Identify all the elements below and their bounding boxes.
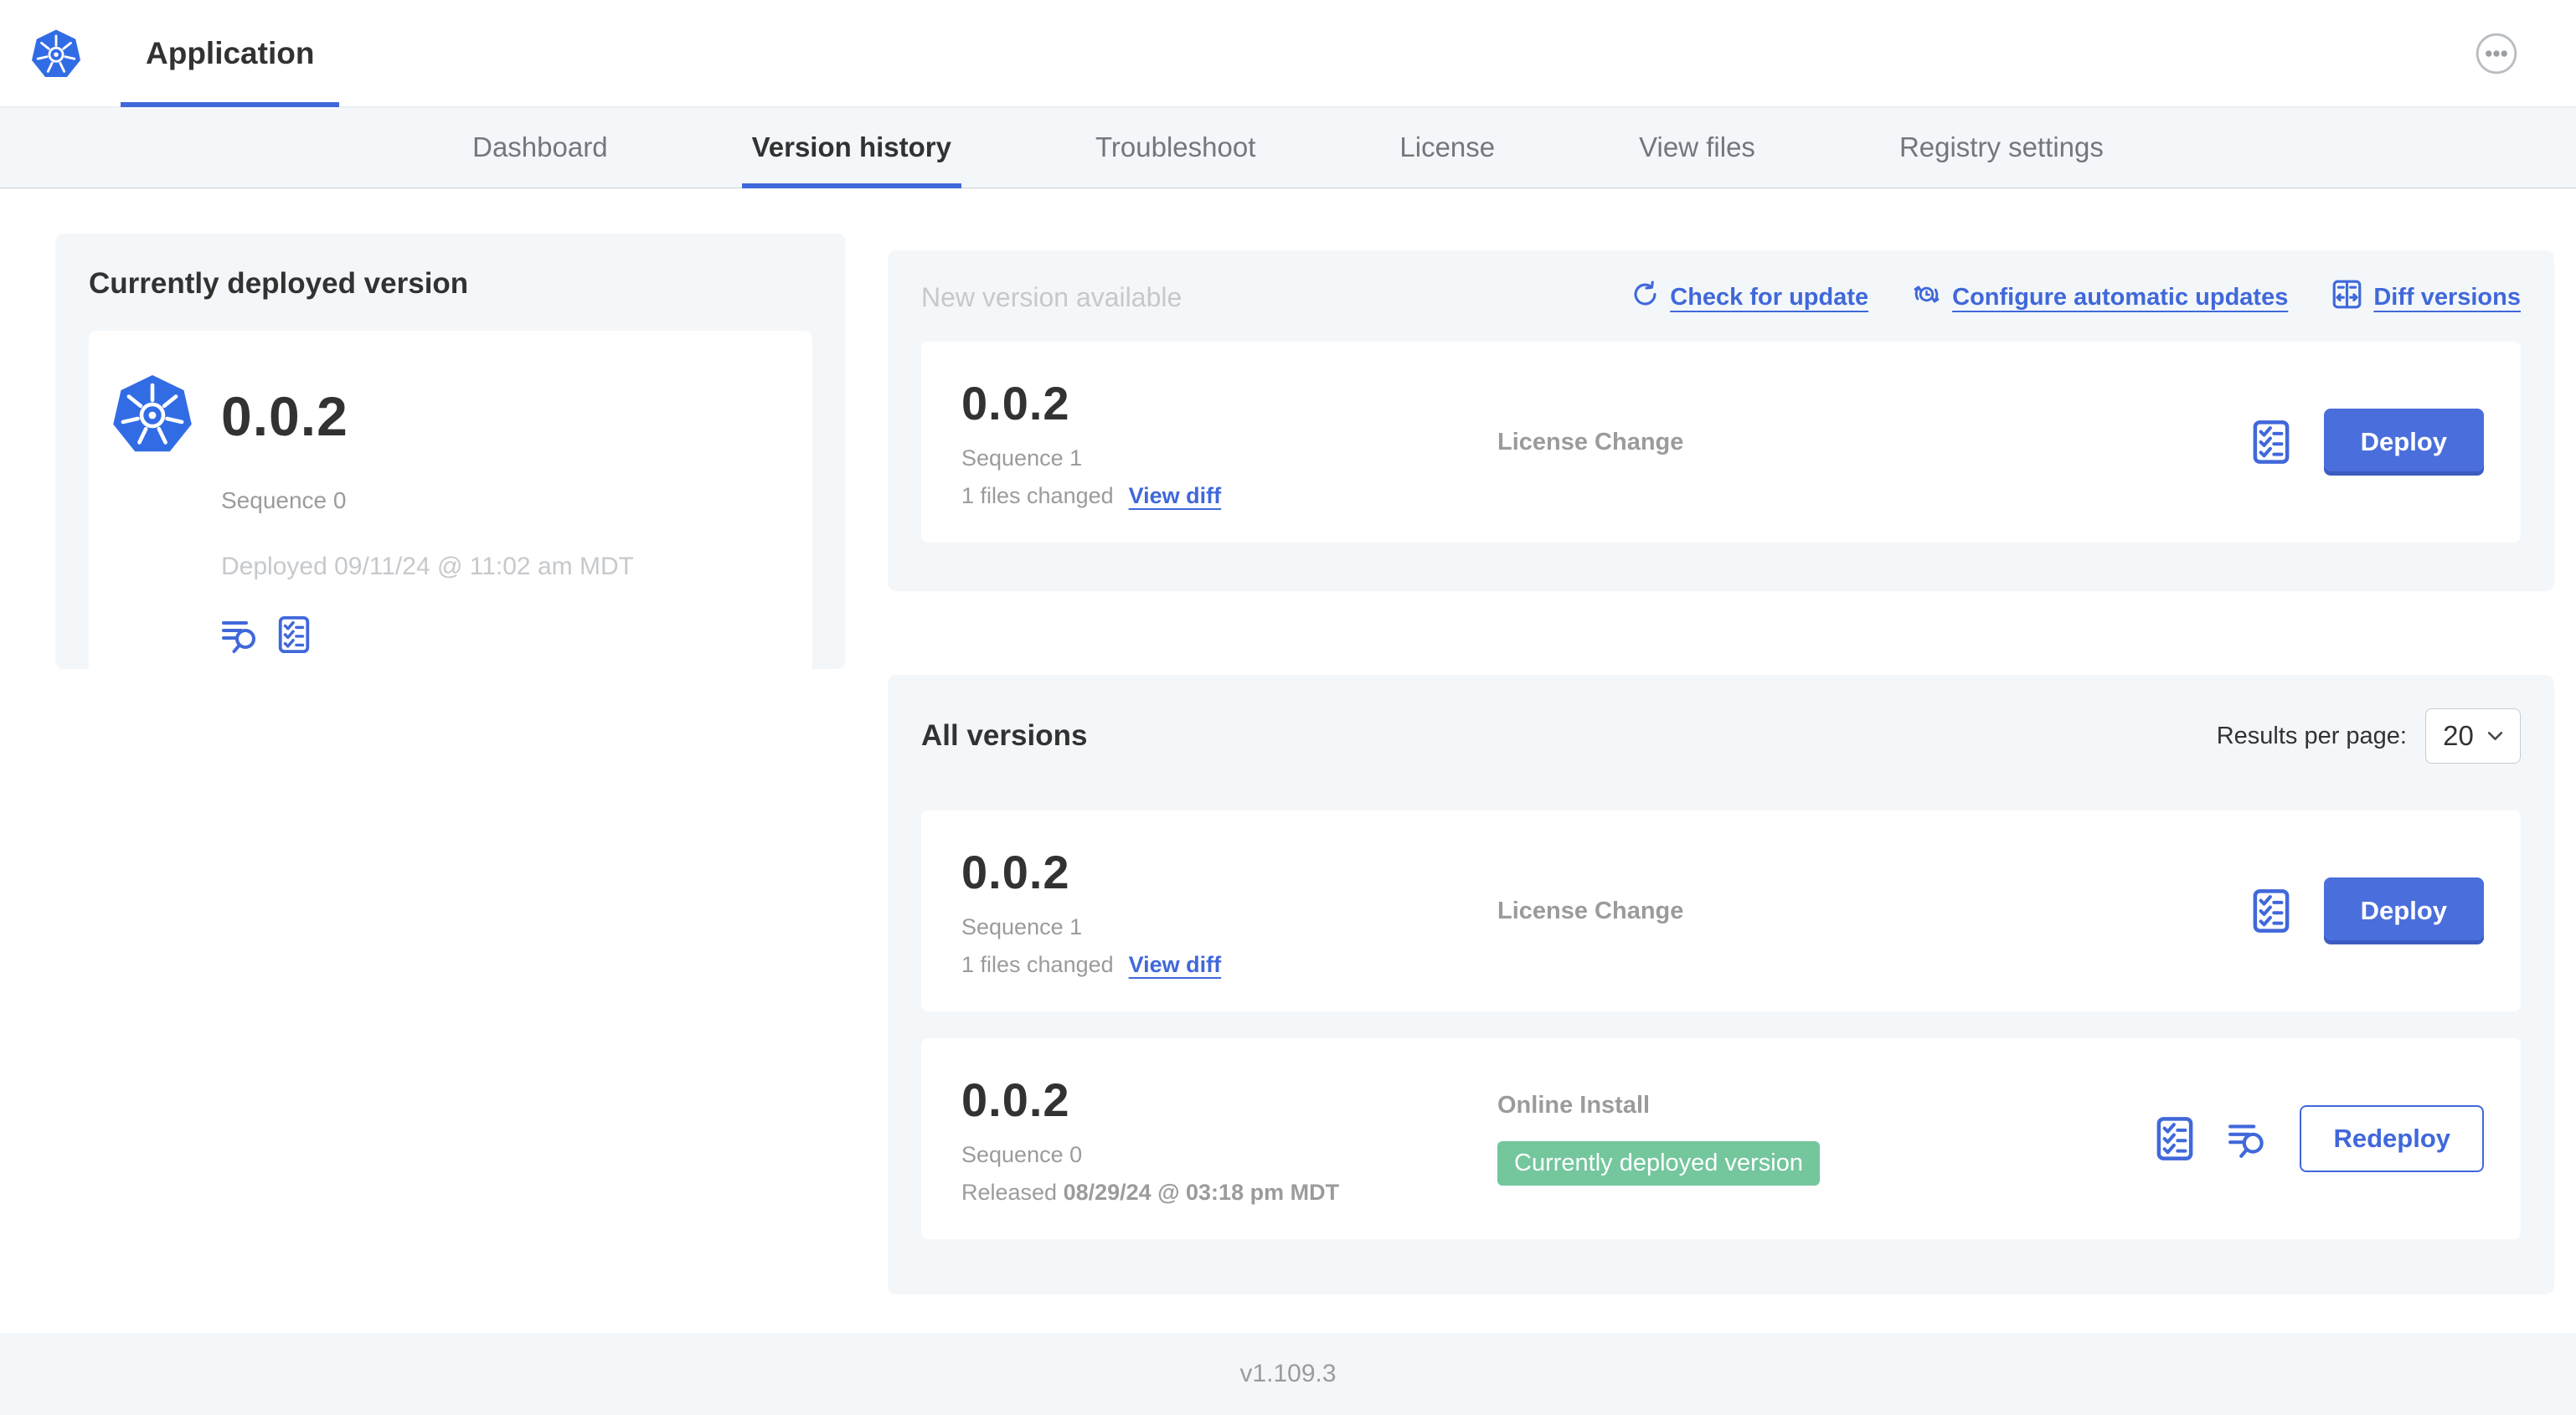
tab-troubleshoot[interactable]: Troubleshoot	[1085, 107, 1265, 188]
version-sequence: Sequence 0	[961, 1141, 1083, 1167]
current-version-top-row: 0.0.2	[111, 371, 791, 461]
released-label: Released	[961, 1179, 1064, 1205]
current-version-column: Currently deployed version 0.0.2 Sequenc…	[55, 234, 846, 692]
current-version-deployed-date: Deployed 09/11/24 @ 11:02 am MDT	[221, 553, 634, 580]
preflight-checklist-icon[interactable]	[2249, 888, 2294, 934]
current-version-panel: Currently deployed version 0.0.2 Sequenc…	[55, 234, 846, 692]
deploy-button[interactable]: Deploy	[2323, 409, 2484, 476]
check-for-update-link[interactable]: Check for update	[1631, 280, 1868, 315]
current-version-actions	[221, 615, 791, 655]
version-source: License Change	[1497, 898, 2249, 925]
kubernetes-logo-icon	[30, 0, 82, 106]
files-changed-label: 1 files changed	[961, 482, 1114, 508]
app-title: Application	[146, 35, 315, 70]
diff-versions-link[interactable]: Diff versions	[2331, 279, 2521, 316]
view-diff-link[interactable]: View diff	[1129, 952, 1222, 978]
current-version-heading: Currently deployed version	[89, 267, 469, 300]
view-diff-link[interactable]: View diff	[1129, 483, 1222, 509]
source-label: License Change	[1497, 897, 1684, 924]
footer: v1.109.3	[0, 1333, 2576, 1415]
version-info: 0.0.2 Sequence 1 1 files changed View di…	[961, 845, 1497, 978]
preflight-checklist-icon[interactable]	[2249, 419, 2294, 465]
release-notes-icon[interactable]	[221, 615, 261, 655]
version-row: 0.0.2 Sequence 1 1 files changed View di…	[921, 810, 2521, 1011]
version-sequence: Sequence 1	[961, 913, 1083, 939]
tab-license[interactable]: License	[1389, 107, 1505, 188]
clock-sync-icon	[1912, 280, 1941, 316]
diff-icon	[2331, 279, 2362, 316]
console-version: v1.109.3	[1239, 1360, 1337, 1387]
main-content: Currently deployed version 0.0.2 Sequenc…	[0, 188, 2576, 1333]
new-version-row: 0.0.2 Sequence 1 1 files changed View di…	[921, 342, 2521, 543]
new-version-header: New version available Check for update C…	[921, 279, 2521, 316]
files-changed-row: 1 files changed View diff	[961, 483, 1497, 509]
subnav: Dashboard Version history Troubleshoot L…	[0, 107, 2576, 188]
version-sequence: Sequence 1	[961, 445, 1083, 471]
kots-admin-console: Application Dashboard Version history Tr…	[0, 0, 2576, 1415]
update-links: Check for update Configure automatic upd…	[1631, 279, 2521, 316]
all-versions-header: All versions Results per page: 20	[921, 708, 2521, 764]
kubernetes-logo-icon	[111, 371, 194, 461]
version-number: 0.0.2	[961, 845, 1070, 898]
results-per-page-select[interactable]: 20	[2425, 708, 2521, 764]
version-info: 0.0.2 Sequence 1 1 files changed View di…	[961, 376, 1497, 509]
current-version-sequence: Sequence 0	[221, 487, 347, 513]
version-info: 0.0.2 Sequence 0 Released 08/29/24 @ 03:…	[961, 1073, 1497, 1206]
preflight-checklist-icon[interactable]	[2152, 1116, 2197, 1161]
tab-version-history[interactable]: Version history	[741, 107, 962, 188]
configure-automatic-updates-link[interactable]: Configure automatic updates	[1912, 280, 2288, 316]
results-per-page-label: Results per page:	[2216, 722, 2407, 749]
redeploy-button[interactable]: Redeploy	[2300, 1105, 2484, 1172]
files-changed-row: 1 files changed View diff	[961, 952, 1497, 978]
released-date: 08/29/24 @ 03:18 pm MDT	[1063, 1179, 1340, 1205]
all-versions-panel: All versions Results per page: 20 0.0.2 …	[888, 675, 2554, 1294]
app-header: Application	[0, 0, 2576, 107]
version-actions: Deploy	[2249, 877, 2484, 944]
source-label: Online Install	[1497, 1092, 1651, 1119]
more-menu-button[interactable]	[2476, 33, 2517, 75]
tab-dashboard[interactable]: Dashboard	[462, 107, 617, 188]
results-per-page: Results per page: 20	[2217, 708, 2521, 764]
page-size-value: 20	[2443, 720, 2474, 751]
version-number: 0.0.2	[961, 1073, 1070, 1126]
app-tab[interactable]: Application	[121, 0, 340, 107]
current-version-number: 0.0.2	[221, 384, 348, 447]
released-date-row: Released 08/29/24 @ 03:18 pm MDT	[961, 1180, 1497, 1206]
version-source: Online Install Currently deployed versio…	[1497, 1092, 2152, 1186]
all-versions-heading: All versions	[921, 719, 1088, 752]
current-version-card: 0.0.2 Sequence 0 Deployed 09/11/24 @ 11:…	[89, 331, 812, 692]
new-version-panel: New version available Check for update C…	[888, 250, 2554, 591]
refresh-icon	[1631, 280, 1659, 315]
new-version-heading: New version available	[921, 282, 1182, 312]
tab-registry-settings[interactable]: Registry settings	[1889, 107, 2114, 188]
source-label: License Change	[1497, 428, 1684, 455]
tab-view-files[interactable]: View files	[1629, 107, 1765, 188]
files-changed-label: 1 files changed	[961, 951, 1114, 977]
versions-column: New version available Check for update C…	[888, 250, 2554, 1294]
preflight-checklist-icon[interactable]	[275, 615, 313, 654]
version-number: 0.0.2	[961, 376, 1070, 430]
release-notes-icon[interactable]	[2228, 1118, 2269, 1160]
chevron-down-icon	[2487, 730, 2503, 745]
version-row: 0.0.2 Sequence 0 Released 08/29/24 @ 03:…	[921, 1038, 2521, 1239]
currently-deployed-badge: Currently deployed version	[1497, 1141, 1820, 1186]
version-source: License Change	[1497, 429, 2249, 456]
deploy-button[interactable]: Deploy	[2323, 877, 2484, 944]
version-actions: Deploy	[2249, 409, 2484, 476]
ellipsis-icon	[2476, 64, 2517, 77]
version-actions: Redeploy	[2152, 1105, 2484, 1172]
